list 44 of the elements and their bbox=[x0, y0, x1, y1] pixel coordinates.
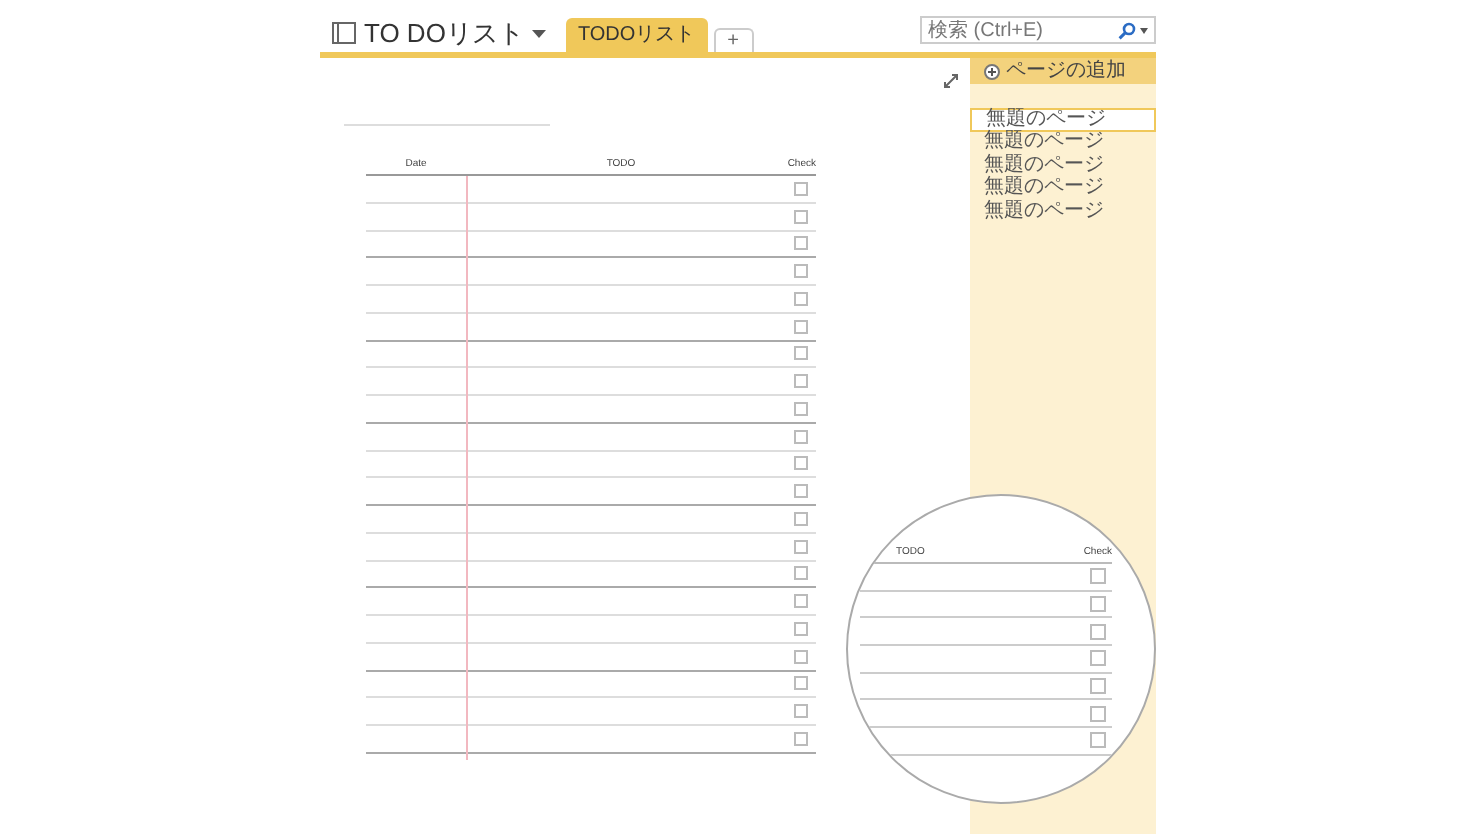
checkbox[interactable] bbox=[1090, 678, 1106, 695]
checkbox[interactable] bbox=[794, 346, 808, 361]
checkbox[interactable] bbox=[1090, 732, 1106, 749]
checkbox[interactable] bbox=[794, 374, 808, 389]
page-item[interactable]: 無題のページ bbox=[970, 200, 1156, 223]
checkbox[interactable] bbox=[794, 429, 808, 444]
checkbox[interactable] bbox=[1090, 623, 1106, 640]
caret-icon[interactable] bbox=[1140, 27, 1148, 33]
notebook-icon bbox=[332, 22, 356, 44]
page-item[interactable]: 無題のページ bbox=[970, 177, 1156, 200]
search-icon[interactable] bbox=[1118, 21, 1136, 39]
add-page-button[interactable]: ページの追加 bbox=[970, 58, 1156, 84]
checkbox[interactable] bbox=[794, 704, 808, 719]
section-tab[interactable]: + bbox=[713, 28, 753, 52]
checkbox[interactable] bbox=[794, 181, 808, 196]
checkbox[interactable] bbox=[794, 319, 808, 334]
checkbox[interactable] bbox=[794, 511, 808, 526]
page-item[interactable]: 無題のページ bbox=[970, 154, 1156, 177]
notebook-title[interactable]: TO DOリスト bbox=[364, 20, 524, 46]
checkbox[interactable] bbox=[1090, 650, 1106, 667]
checkbox[interactable] bbox=[794, 566, 808, 581]
checkbox[interactable] bbox=[794, 456, 808, 471]
checkbox[interactable] bbox=[794, 401, 808, 416]
checkbox[interactable] bbox=[794, 594, 808, 609]
checkbox[interactable] bbox=[1090, 568, 1106, 585]
section-tab[interactable]: TODOリスト bbox=[565, 18, 708, 52]
checkbox[interactable] bbox=[794, 484, 808, 499]
expand-icon[interactable] bbox=[944, 74, 958, 88]
checkbox[interactable] bbox=[794, 621, 808, 636]
page-item[interactable]: 無題のページ bbox=[970, 108, 1156, 131]
page-item[interactable]: 無題のページ bbox=[970, 131, 1156, 154]
search-field[interactable]: 検索 (Ctrl+E) bbox=[920, 16, 1156, 44]
checkbox[interactable] bbox=[794, 649, 808, 664]
caret-icon[interactable] bbox=[531, 29, 546, 37]
checkbox[interactable] bbox=[794, 731, 808, 746]
plus-circle-icon bbox=[984, 63, 1000, 79]
checkbox[interactable] bbox=[794, 676, 808, 691]
checkbox[interactable] bbox=[794, 236, 808, 251]
checkbox[interactable] bbox=[794, 264, 808, 279]
checkbox[interactable] bbox=[1090, 596, 1106, 613]
checkbox[interactable] bbox=[794, 209, 808, 224]
checkbox[interactable] bbox=[1090, 705, 1106, 722]
checkbox[interactable] bbox=[794, 539, 808, 554]
checkbox[interactable] bbox=[794, 291, 808, 306]
